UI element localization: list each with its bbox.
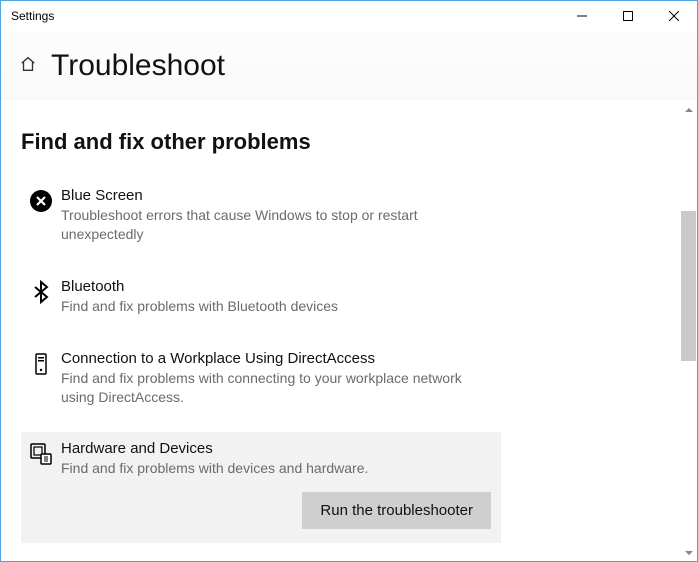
server-icon: [21, 350, 61, 376]
close-button[interactable]: [651, 1, 697, 31]
titlebar: Settings: [1, 1, 697, 31]
run-troubleshooter-button[interactable]: Run the troubleshooter: [302, 492, 491, 529]
section-title: Find and fix other problems: [21, 129, 680, 155]
troubleshoot-item-bluescreen[interactable]: Blue Screen Troubleshoot errors that cau…: [21, 179, 501, 252]
troubleshoot-item-bluetooth[interactable]: Bluetooth Find and fix problems with Blu…: [21, 270, 501, 324]
run-row: Run the troubleshooter: [21, 478, 501, 543]
vertical-scrollbar[interactable]: [680, 101, 697, 561]
item-title: Connection to a Workplace Using DirectAc…: [61, 350, 485, 367]
page-header: Troubleshoot: [1, 31, 697, 101]
troubleshoot-item-directaccess[interactable]: Connection to a Workplace Using DirectAc…: [21, 342, 501, 415]
home-icon[interactable]: [19, 55, 37, 78]
content-area: Find and fix other problems Blue Screen …: [1, 101, 680, 561]
item-desc: Find and fix problems with connecting to…: [61, 369, 485, 407]
item-desc: Find and fix problems with Bluetooth dev…: [61, 297, 485, 316]
item-title: Bluetooth: [61, 278, 485, 295]
item-desc: Troubleshoot errors that cause Windows t…: [61, 206, 485, 244]
troubleshoot-item-hardware[interactable]: Hardware and Devices Find and fix proble…: [21, 432, 501, 478]
scroll-up-arrow[interactable]: [680, 101, 697, 118]
item-title: Blue Screen: [61, 187, 485, 204]
minimize-button[interactable]: [559, 1, 605, 31]
hardware-icon: [21, 440, 61, 466]
maximize-button[interactable]: [605, 1, 651, 31]
window-title: Settings: [11, 9, 54, 23]
scroll-thumb[interactable]: [681, 211, 696, 361]
item-title: Hardware and Devices: [61, 440, 485, 457]
bluetooth-icon: [21, 278, 61, 304]
scroll-down-arrow[interactable]: [680, 544, 697, 561]
item-desc: Find and fix problems with devices and h…: [61, 459, 485, 478]
bluescreen-icon: [21, 187, 61, 213]
page-title: Troubleshoot: [51, 49, 225, 83]
